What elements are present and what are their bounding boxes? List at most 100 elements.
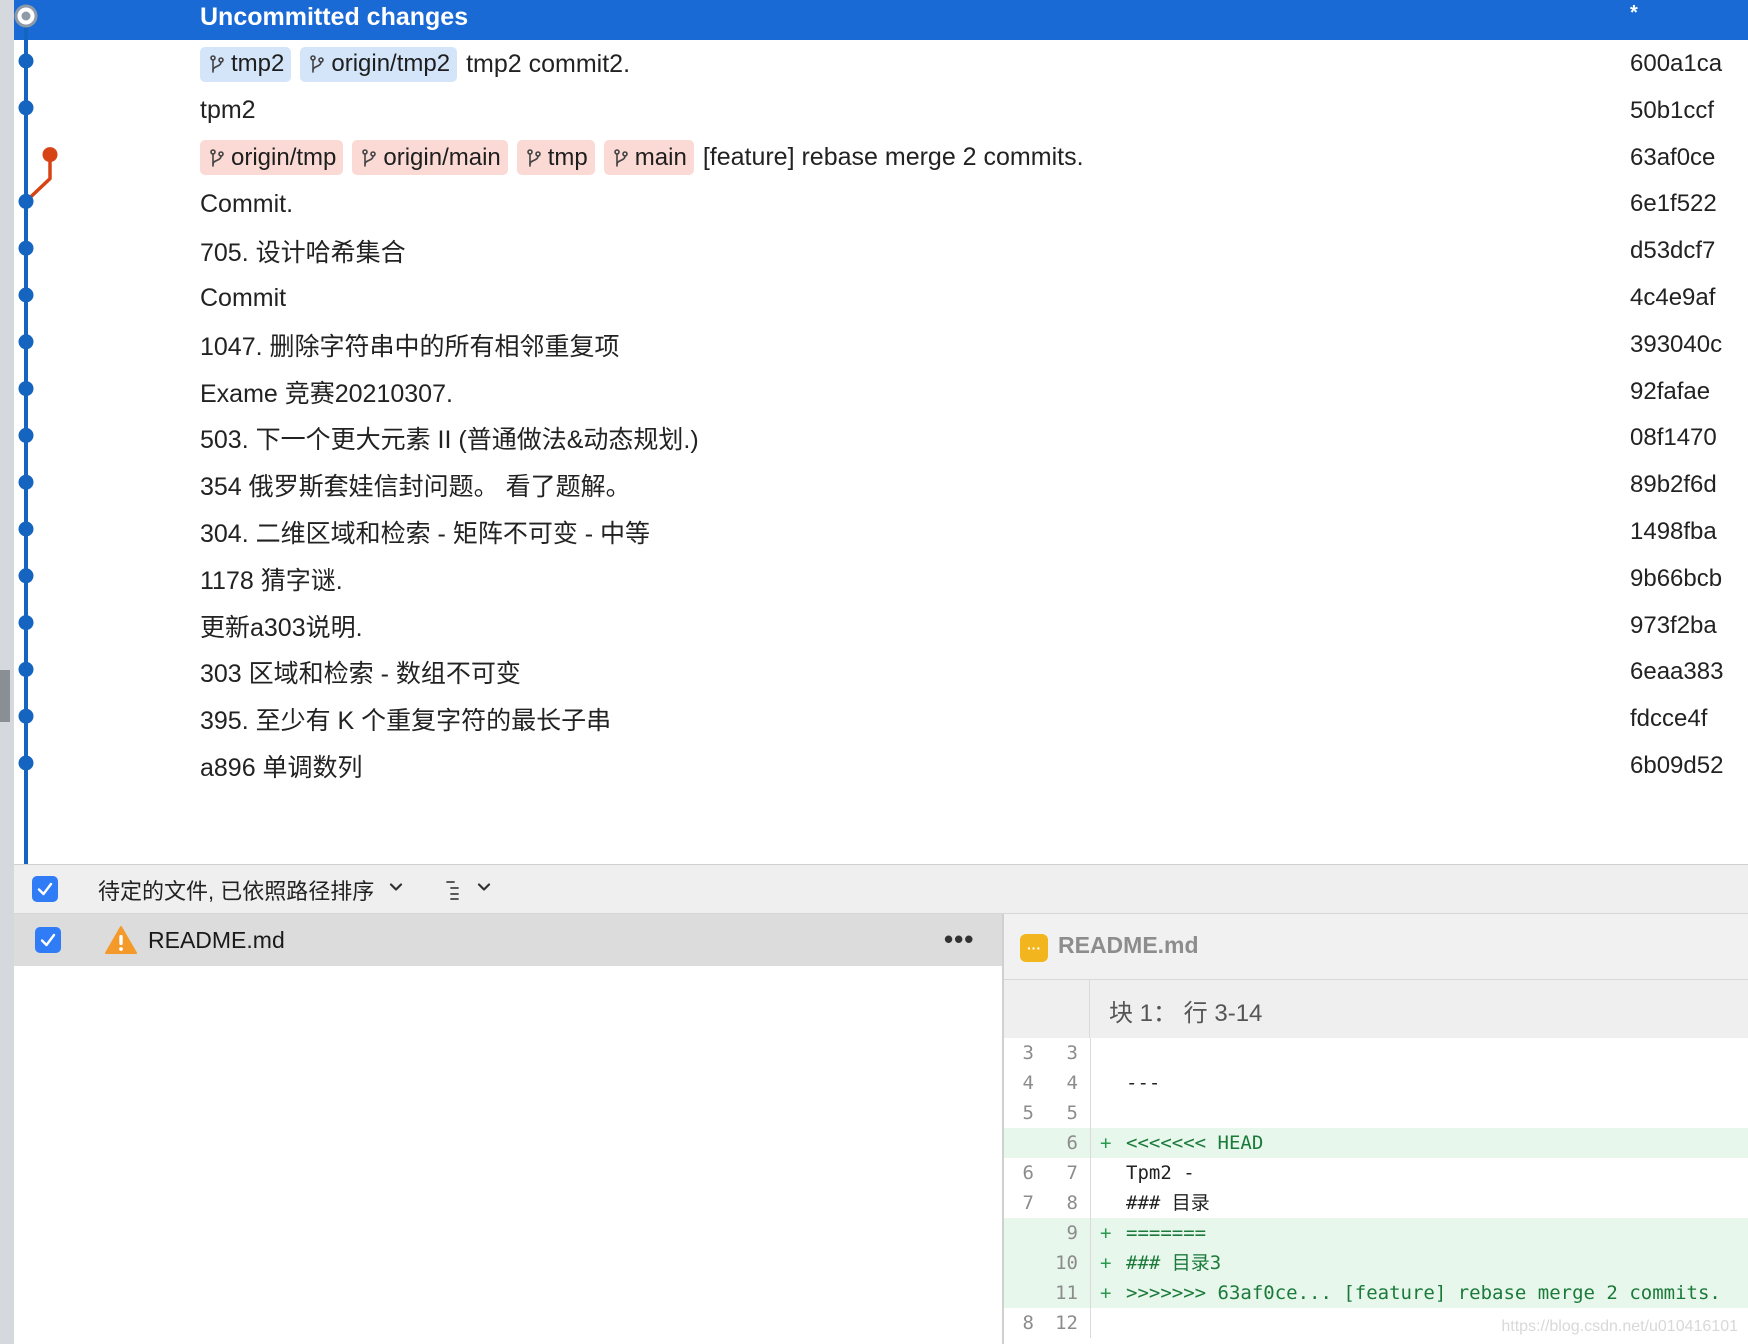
commit-summary: 1047. 删除字符串中的所有相邻重复项 — [200, 319, 620, 371]
sort-mode-dropdown[interactable]: 待定的文件, 已依照路径排序 — [98, 874, 374, 906]
commit-row[interactable]: 354 俄罗斯套娃信封问题。 看了题解。 89b2f6d — [14, 459, 1748, 511]
commit-row[interactable]: Commit 4c4e9af — [14, 272, 1748, 324]
gutter-border — [1090, 1128, 1091, 1158]
commit-row[interactable]: 303 区域和检索 - 数组不可变 6eaa383 — [14, 646, 1748, 698]
commit-sha: 6e1f522 — [1630, 190, 1717, 218]
gutter-border — [1090, 1188, 1091, 1218]
diff-header: ··· README.md — [1004, 914, 1748, 980]
commit-row[interactable]: tmp2 origin/tmp2 tmp2 commit2. 600a1ca — [14, 38, 1748, 90]
commit-message: Exame 竞赛20210307. — [200, 379, 453, 408]
graph-commit-node — [18, 521, 34, 537]
hunk-gutter — [1004, 980, 1090, 1038]
modified-indicator: * — [1630, 2, 1638, 24]
tree-list-icon[interactable] — [444, 877, 466, 901]
gutter-border — [1090, 1308, 1091, 1338]
file-name: README.md — [148, 927, 285, 953]
diff-code: ### 目录 — [1126, 1192, 1210, 1214]
branch-tag[interactable]: main — [603, 140, 694, 176]
branch-icon — [526, 148, 541, 167]
branch-tag-label: origin/main — [383, 143, 501, 171]
hunk-label: 块 1： 行 3-14 — [1109, 1000, 1263, 1027]
commit-row[interactable]: tpm2 50b1ccf — [14, 85, 1748, 137]
commit-history-list: Uncommitted changes * tmp2 origin/tmp2 tmp… — [14, 0, 1748, 864]
branch-tag[interactable]: origin/tmp — [200, 140, 344, 176]
commit-summary: 1178 猜字谜. — [200, 553, 343, 605]
branch-tag-label: main — [634, 143, 687, 171]
commit-row[interactable]: origin/tmp origin/main tmp main [feature] re… — [14, 132, 1748, 184]
commit-message: 1178 猜字谜. — [200, 566, 343, 595]
left-scrollbar-thumb[interactable] — [0, 670, 10, 722]
file-row[interactable]: README.md ••• — [14, 914, 1002, 966]
branch-icon — [310, 55, 325, 73]
diff-line: 55 — [1004, 1098, 1748, 1128]
commit-sha: 92fafae — [1630, 377, 1711, 405]
branch-tag-label: tmp — [547, 143, 588, 171]
branch-tag-label: tmp2 — [231, 50, 285, 77]
commit-summary: 705. 设计哈希集合 — [200, 225, 406, 277]
commit-sha: 393040c — [1630, 330, 1723, 358]
new-line-number: 4 — [1066, 1072, 1078, 1094]
commit-summary: 354 俄罗斯套娃信封问题。 看了题解。 — [200, 459, 631, 511]
diff-line: 4 4 --- — [1004, 1068, 1748, 1098]
branch-tag-label: origin/tmp2 — [331, 50, 451, 77]
commit-summary: 303 区域和检索 - 数组不可变 — [200, 646, 521, 698]
new-line-number: 5 — [1066, 1102, 1078, 1124]
watermark: https://blog.csdn.net/u010416101 — [1501, 1318, 1738, 1335]
file-checkbox[interactable] — [35, 927, 61, 953]
diff-line: 33 — [1004, 1038, 1748, 1068]
branch-icon — [210, 55, 224, 73]
commit-summary: Commit — [200, 272, 286, 324]
old-line-number: 8 — [1022, 1312, 1034, 1334]
uncommitted-changes-row[interactable]: Uncommitted changes * — [14, 0, 1748, 40]
left-scrollbar[interactable] — [0, 0, 14, 1344]
graph-commit-node — [18, 53, 34, 69]
chevron-down-icon[interactable] — [476, 879, 492, 895]
select-all-checkbox[interactable] — [32, 876, 58, 902]
branch-tag[interactable]: origin/tmp2 — [300, 46, 458, 82]
branch-icon — [210, 148, 224, 167]
commit-sha: 89b2f6d — [1630, 471, 1717, 499]
gutter-border — [1090, 1038, 1091, 1068]
new-line-number: 9 — [1066, 1222, 1078, 1244]
commit-row[interactable]: Commit. 6e1f522 — [14, 178, 1748, 230]
more-options-button[interactable]: ••• — [944, 924, 974, 955]
commit-row[interactable]: Exame 竞赛20210307. 92fafae — [14, 366, 1748, 418]
diff-file-name: README.md — [1058, 932, 1199, 958]
commit-row[interactable]: 1047. 删除字符串中的所有相邻重复项 393040c — [14, 319, 1748, 371]
chevron-down-icon[interactable] — [388, 879, 404, 895]
commit-message: a896 单调数列 — [200, 754, 363, 782]
commit-row[interactable]: 705. 设计哈希集合 d53dcf7 — [14, 225, 1748, 277]
commit-sha: d53dcf7 — [1630, 237, 1716, 265]
commit-row[interactable]: 1178 猜字谜. 9b66bcb — [14, 553, 1748, 605]
commit-summary: a896 单调数列 — [200, 740, 363, 792]
diff-line: 6 7 Tpm2 - — [1004, 1158, 1748, 1188]
branch-tag[interactable]: tmp2 — [200, 46, 292, 82]
branch-tag[interactable]: tmp — [516, 140, 595, 176]
new-line-number: 11 — [1055, 1282, 1078, 1304]
commit-sha: 4c4e9af — [1630, 284, 1716, 311]
commit-message: 354 俄罗斯套娃信封问题。 看了题解。 — [200, 473, 631, 502]
commit-summary: 503. 下一个更大元素 II (普通做法&动态规划.) — [200, 412, 699, 464]
commit-message: 395. 至少有 K 个重复字符的最长子串 — [200, 707, 612, 736]
hunk-header: 块 1： 行 3-14 — [1004, 980, 1748, 1038]
diff-line-added: 10 + ### 目录3 — [1004, 1248, 1748, 1278]
graph-commit-node — [18, 615, 34, 631]
commit-row[interactable]: a896 单调数列 6b09d52 — [14, 740, 1748, 792]
branch-tag[interactable]: origin/main — [352, 140, 508, 176]
pending-files-toolbar: 待定的文件, 已依照路径排序 — [14, 864, 1748, 914]
commit-row[interactable]: 395. 至少有 K 个重复字符的最长子串 fdcce4f — [14, 693, 1748, 745]
commit-summary: origin/tmp origin/main tmp main [feature] re… — [200, 132, 1084, 184]
gutter-border — [1090, 1098, 1091, 1128]
diff-sign: + — [1100, 1252, 1112, 1274]
checkmark-icon — [40, 933, 56, 947]
diff-lines: 3 3 4 4 --- 5 5 6 + <<<<<<< HEAD 6 7 Tpm2 -7 8 ### 目录 9… — [1004, 1038, 1748, 1338]
graph-commit-node — [42, 147, 58, 163]
commit-row[interactable]: 更新a303说明. 973f2ba — [14, 600, 1748, 652]
commit-sha: 08f1470 — [1630, 424, 1717, 452]
commit-row[interactable]: 304. 二维区域和检索 - 矩阵不可变 - 中等 1498fba — [14, 506, 1748, 558]
commit-sha: fdcce4f — [1630, 705, 1708, 733]
old-line-number: 7 — [1022, 1192, 1034, 1214]
checkmark-icon — [37, 882, 53, 896]
old-line-number: 6 — [1022, 1162, 1034, 1184]
commit-row[interactable]: 503. 下一个更大元素 II (普通做法&动态规划.) 08f1470 — [14, 412, 1748, 464]
